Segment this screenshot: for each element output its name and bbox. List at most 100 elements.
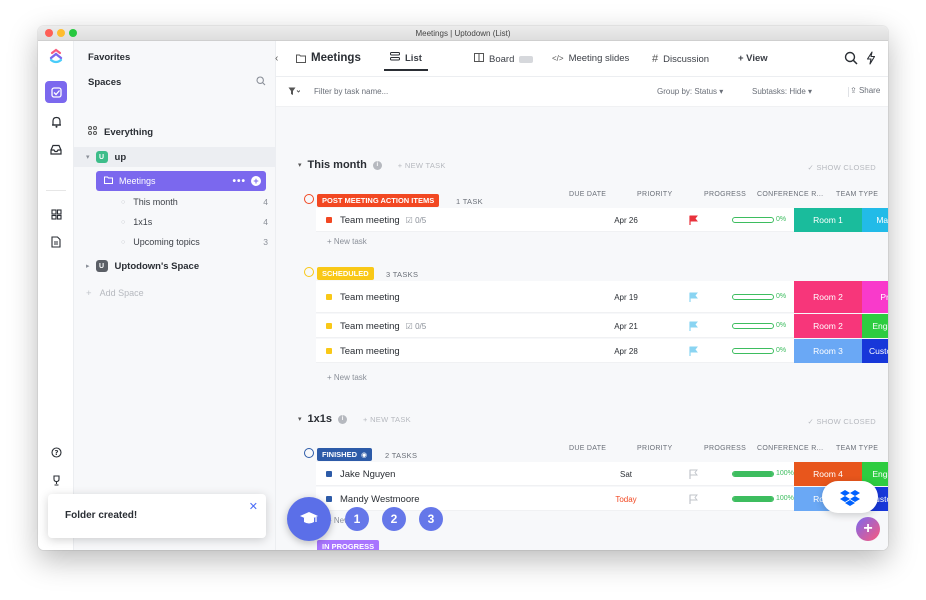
inbox-icon[interactable] <box>45 138 67 160</box>
conference-room-cell[interactable]: Room 2 <box>794 281 862 313</box>
table-row[interactable]: Team meeting Apr 19 0% Room 2Product <box>316 281 888 313</box>
filter-icon[interactable] <box>288 87 301 98</box>
sidebar-folder-meetings[interactable]: Meetings ••• + <box>96 171 266 191</box>
status-square-icon[interactable] <box>326 471 332 477</box>
table-row[interactable]: Team meeting Apr 28 0% Room 3Customer S... <box>316 339 888 363</box>
column-team-type[interactable]: TEAM TYPE <box>836 191 878 198</box>
task-name[interactable]: Team meeting ☑ 0/5 <box>340 321 426 332</box>
minimize-window-button[interactable] <box>57 29 65 37</box>
sidebar-list-upcoming-topics[interactable]: ○ Upcoming topics 3 <box>74 232 276 252</box>
home-checkbox-icon[interactable] <box>45 81 67 103</box>
column-due-date[interactable]: DUE DATE <box>569 445 606 452</box>
status-square-icon[interactable] <box>326 323 332 329</box>
status-square-icon[interactable] <box>326 294 332 300</box>
filter-input[interactable]: Filter by task name... <box>314 87 388 96</box>
clickup-logo-icon[interactable] <box>45 45 67 67</box>
onboarding-step-1[interactable]: 1 <box>345 507 369 531</box>
team-type-cell[interactable]: Customer S... <box>862 339 888 363</box>
column-progress[interactable]: PROGRESS <box>704 445 746 452</box>
priority-flag-icon[interactable] <box>688 292 700 302</box>
help-icon[interactable]: ? <box>45 441 67 463</box>
team-type-cell[interactable]: Engineering <box>862 314 888 338</box>
status-square-icon[interactable] <box>326 348 332 354</box>
share-button[interactable]: ⇪ Share <box>850 86 880 95</box>
trophy-icon[interactable] <box>45 469 67 491</box>
show-closed-button[interactable]: ✓ SHOW CLOSED <box>807 163 876 172</box>
dashboards-grid-icon[interactable] <box>45 203 67 225</box>
sidebar-item-everything[interactable]: Everything <box>74 122 276 142</box>
quick-create-button[interactable]: + <box>856 517 880 541</box>
collapse-group-icon[interactable] <box>304 194 314 204</box>
due-date[interactable]: Sat <box>586 470 666 479</box>
column-priority[interactable]: PRIORITY <box>637 191 672 198</box>
folder-add-icon[interactable]: + <box>251 176 261 186</box>
collapse-group-icon[interactable] <box>304 448 314 458</box>
priority-flag-icon[interactable] <box>688 469 700 479</box>
due-date[interactable]: Today <box>586 495 666 504</box>
section-this-month[interactable]: ▾ This month i + NEW TASK <box>298 159 446 171</box>
team-type-cell[interactable]: Product <box>862 281 888 313</box>
collapse-sidebar-icon[interactable]: ‹ <box>275 53 278 64</box>
priority-flag-icon[interactable] <box>688 346 700 356</box>
onboarding-step-2[interactable]: 2 <box>382 507 406 531</box>
chevron-down-icon[interactable]: ▾ <box>86 153 90 161</box>
info-icon[interactable]: i <box>372 160 382 170</box>
sidebar-list-1x1s[interactable]: ○ 1x1s 4 <box>74 212 276 232</box>
new-task-button[interactable]: + NEW TASK <box>363 415 411 424</box>
conference-room-cell[interactable]: Room 2 <box>794 314 862 338</box>
table-row[interactable]: Jake NguyenSat100%Room 4Engineering <box>316 462 888 486</box>
team-type-cell[interactable]: Marketing <box>862 208 888 232</box>
column-conference-room[interactable]: CONFERENCE R... <box>757 191 823 198</box>
docs-icon[interactable] <box>45 231 67 253</box>
chevron-right-icon[interactable]: ▸ <box>86 262 90 270</box>
maximize-window-button[interactable] <box>69 29 77 37</box>
priority-flag-icon[interactable] <box>688 321 700 331</box>
column-conference-room[interactable]: CONFERENCE R... <box>757 445 823 452</box>
group-label-scheduled[interactable]: SCHEDULED <box>317 267 374 280</box>
favorites-heading[interactable]: Favorites <box>88 52 130 63</box>
show-closed-button[interactable]: ✓ SHOW CLOSED <box>807 417 876 426</box>
due-date[interactable]: Apr 19 <box>586 293 666 302</box>
tab-discussion[interactable]: # Discussion <box>652 53 709 65</box>
add-task-button[interactable]: + New task <box>327 237 367 246</box>
spaces-heading[interactable]: Spaces <box>88 77 121 88</box>
table-row[interactable]: Mandy WestmooreToday100%Room 3Customer S… <box>316 487 888 511</box>
group-label-post-meeting[interactable]: POST MEETING ACTION ITEMS <box>317 194 440 207</box>
search-icon[interactable] <box>844 51 858 68</box>
close-icon[interactable]: ✕ <box>249 500 258 513</box>
status-square-icon[interactable] <box>326 217 332 223</box>
search-spaces-icon[interactable] <box>256 76 266 89</box>
task-name[interactable]: Mandy Westmoore <box>340 494 426 505</box>
conference-room-cell[interactable]: Room 1 <box>794 208 862 232</box>
info-icon[interactable]: i <box>338 414 347 424</box>
chevron-down-icon[interactable]: ▾ <box>298 415 302 423</box>
group-label-in-progress[interactable]: IN PROGRESS <box>317 540 380 550</box>
sidebar-list-this-month[interactable]: ○ This month 4 <box>74 192 276 212</box>
priority-flag-icon[interactable] <box>688 215 700 225</box>
chevron-down-icon[interactable]: ▾ <box>298 161 302 169</box>
section-1x1s[interactable]: ▾ 1x1s i + NEW TASK <box>298 413 411 425</box>
group-label-finished[interactable]: FINISHED ◉ <box>317 448 373 461</box>
due-date[interactable]: Apr 28 <box>586 347 666 356</box>
onboarding-step-3[interactable]: 3 <box>419 507 443 531</box>
subtasks-dropdown[interactable]: Subtasks: Hide ▾ <box>752 87 812 96</box>
task-name[interactable]: Team meeting <box>340 346 406 357</box>
collapse-group-icon[interactable] <box>304 267 314 277</box>
due-date[interactable]: Apr 26 <box>586 216 666 225</box>
task-name[interactable]: Team meeting <box>340 292 406 303</box>
add-task-button[interactable]: + New task <box>327 373 367 382</box>
status-square-icon[interactable] <box>326 496 332 502</box>
dropbox-icon[interactable] <box>822 481 878 513</box>
graduation-cap-icon[interactable] <box>287 497 331 541</box>
add-view-button[interactable]: + View <box>738 53 768 64</box>
tab-board[interactable]: Board <box>474 53 534 65</box>
priority-flag-icon[interactable] <box>688 494 700 504</box>
tab-meeting-slides[interactable]: </> Meeting slides <box>552 53 629 64</box>
task-name[interactable]: Jake Nguyen <box>340 469 401 480</box>
column-due-date[interactable]: DUE DATE <box>569 191 606 198</box>
folder-more-icon[interactable]: ••• <box>232 176 246 187</box>
column-priority[interactable]: PRIORITY <box>637 445 672 452</box>
bell-icon[interactable] <box>45 111 67 133</box>
add-space-button[interactable]: + Add Space <box>74 283 276 303</box>
table-row[interactable]: Team meeting☑ 0/5 Apr 26 0% Room 1Marketing <box>316 208 888 232</box>
